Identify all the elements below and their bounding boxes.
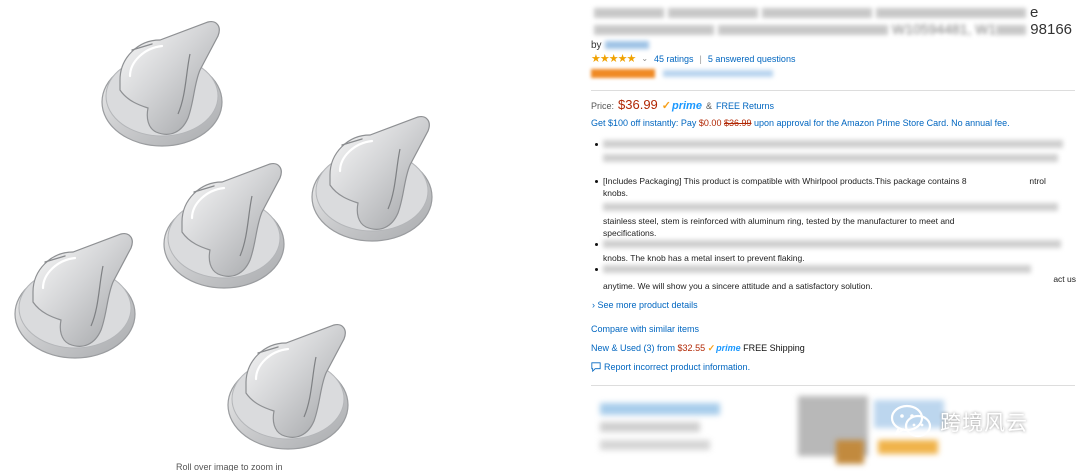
byline-prefix: by [591, 40, 602, 51]
new-used-price: $32.55 [677, 343, 706, 353]
store-card-promo[interactable]: Get $100 off instantly: Pay $0.00 $36.99… [591, 118, 1010, 128]
knob-image-5[interactable] [216, 313, 366, 463]
category-link[interactable] [663, 70, 773, 77]
speech-bubble-icon [591, 362, 601, 372]
prime-badge-small: ✓prime [707, 343, 741, 353]
brand-link[interactable] [604, 41, 649, 50]
report-incorrect-info-link[interactable]: Report incorrect product information. [591, 362, 750, 372]
promo-pay-amount: $0.00 [698, 118, 722, 128]
wechat-logo-icon [890, 404, 932, 438]
zoom-hint: Roll over image to zoom in [176, 462, 283, 471]
answered-questions-link[interactable]: 5 answered questions [708, 54, 796, 64]
blurred-seller-block [600, 403, 720, 415]
knob-image-1[interactable] [90, 10, 240, 160]
blurred-seller-block [600, 440, 710, 450]
byline: by [591, 40, 649, 51]
divider [591, 90, 1075, 91]
chevron-right-icon: › [592, 300, 595, 310]
product-title-line-2: W10594481, W1 98166 [594, 21, 1072, 38]
separator: | [699, 53, 702, 64]
price-label: Price: [591, 101, 615, 111]
watermark: 跨境风云 [890, 402, 1028, 442]
bullet-3-line-2: stainless steel, stem is reinforced with… [603, 216, 955, 226]
bullet-1 [591, 138, 1076, 166]
ratings-link[interactable]: 45 ratings [654, 54, 694, 64]
bullet-5-line-2: anytime. We will show you a sincere atti… [603, 281, 873, 291]
product-title-line-1: e [594, 4, 1038, 21]
watermark-text: 跨境风云 [940, 412, 1028, 435]
price-row: Price: $36.99 ✓prime & FREE Returns [591, 97, 774, 112]
bullet-2-line-1-tail: ntrol [1029, 176, 1046, 186]
prime-badge: ✓prime [661, 100, 702, 112]
blurred-thumbnail [878, 440, 938, 454]
promo-strike-price: $36.99 [723, 118, 752, 128]
rating-row: ★★★★★ ⌄ 45 ratings | 5 answered question… [591, 52, 795, 65]
product-details-panel: e W10594481, W1 98166 by ★★★★★ ⌄ 45 ratin… [586, 0, 1080, 471]
knob-image-3[interactable] [152, 152, 302, 302]
blurred-seller-block [600, 422, 700, 432]
divider [591, 385, 1075, 386]
bullet-dot [595, 143, 598, 146]
price-value: $36.99 [618, 97, 658, 112]
product-image-gallery[interactable]: Roll over image to zoom in [0, 0, 580, 471]
star-rating-icon[interactable]: ★★★★★ [591, 52, 636, 65]
bullet-dot [595, 243, 598, 246]
compare-similar-link[interactable]: Compare with similar items [591, 324, 699, 334]
free-shipping-text: FREE Shipping [743, 343, 805, 353]
title-line-1-tail: e [1030, 4, 1039, 21]
bullet-dot [595, 180, 598, 183]
blurred-thumbnail [836, 440, 864, 464]
prime-check-icon: ✓ [661, 100, 671, 112]
bullet-5-tail: act us [1053, 274, 1076, 284]
see-more-details-link[interactable]: › See more product details [592, 300, 698, 310]
title-line-2-tail: 98166 [1030, 21, 1073, 38]
bullet-2-line-1: [Includes Packaging] This product is com… [603, 176, 967, 186]
and-text: & [705, 101, 712, 111]
badge-row [591, 69, 861, 79]
title-line-2-mid: W10594481, W1 [892, 21, 997, 37]
bullet-dot [595, 268, 598, 271]
bullet-5: act us anytime. We will show you a since… [591, 263, 1076, 292]
free-returns-link[interactable]: FREE Returns [716, 101, 774, 111]
new-used-offers[interactable]: New & Used (3) from $32.55 ✓prime FREE S… [591, 343, 805, 354]
bullet-4: knobs. The knob has a metal insert to pr… [591, 238, 1076, 264]
bullet-3: stainless steel, stem is reinforced with… [591, 201, 1076, 239]
bullet-2-line-2: knobs. [603, 188, 629, 198]
bullet-2: [Includes Packaging] This product is com… [591, 175, 1076, 199]
knob-image-2[interactable] [300, 105, 450, 255]
best-seller-badge[interactable] [591, 69, 655, 78]
knob-image-4[interactable] [3, 222, 153, 372]
prime-check-icon: ✓ [707, 343, 716, 353]
chevron-down-icon[interactable]: ⌄ [641, 54, 648, 63]
